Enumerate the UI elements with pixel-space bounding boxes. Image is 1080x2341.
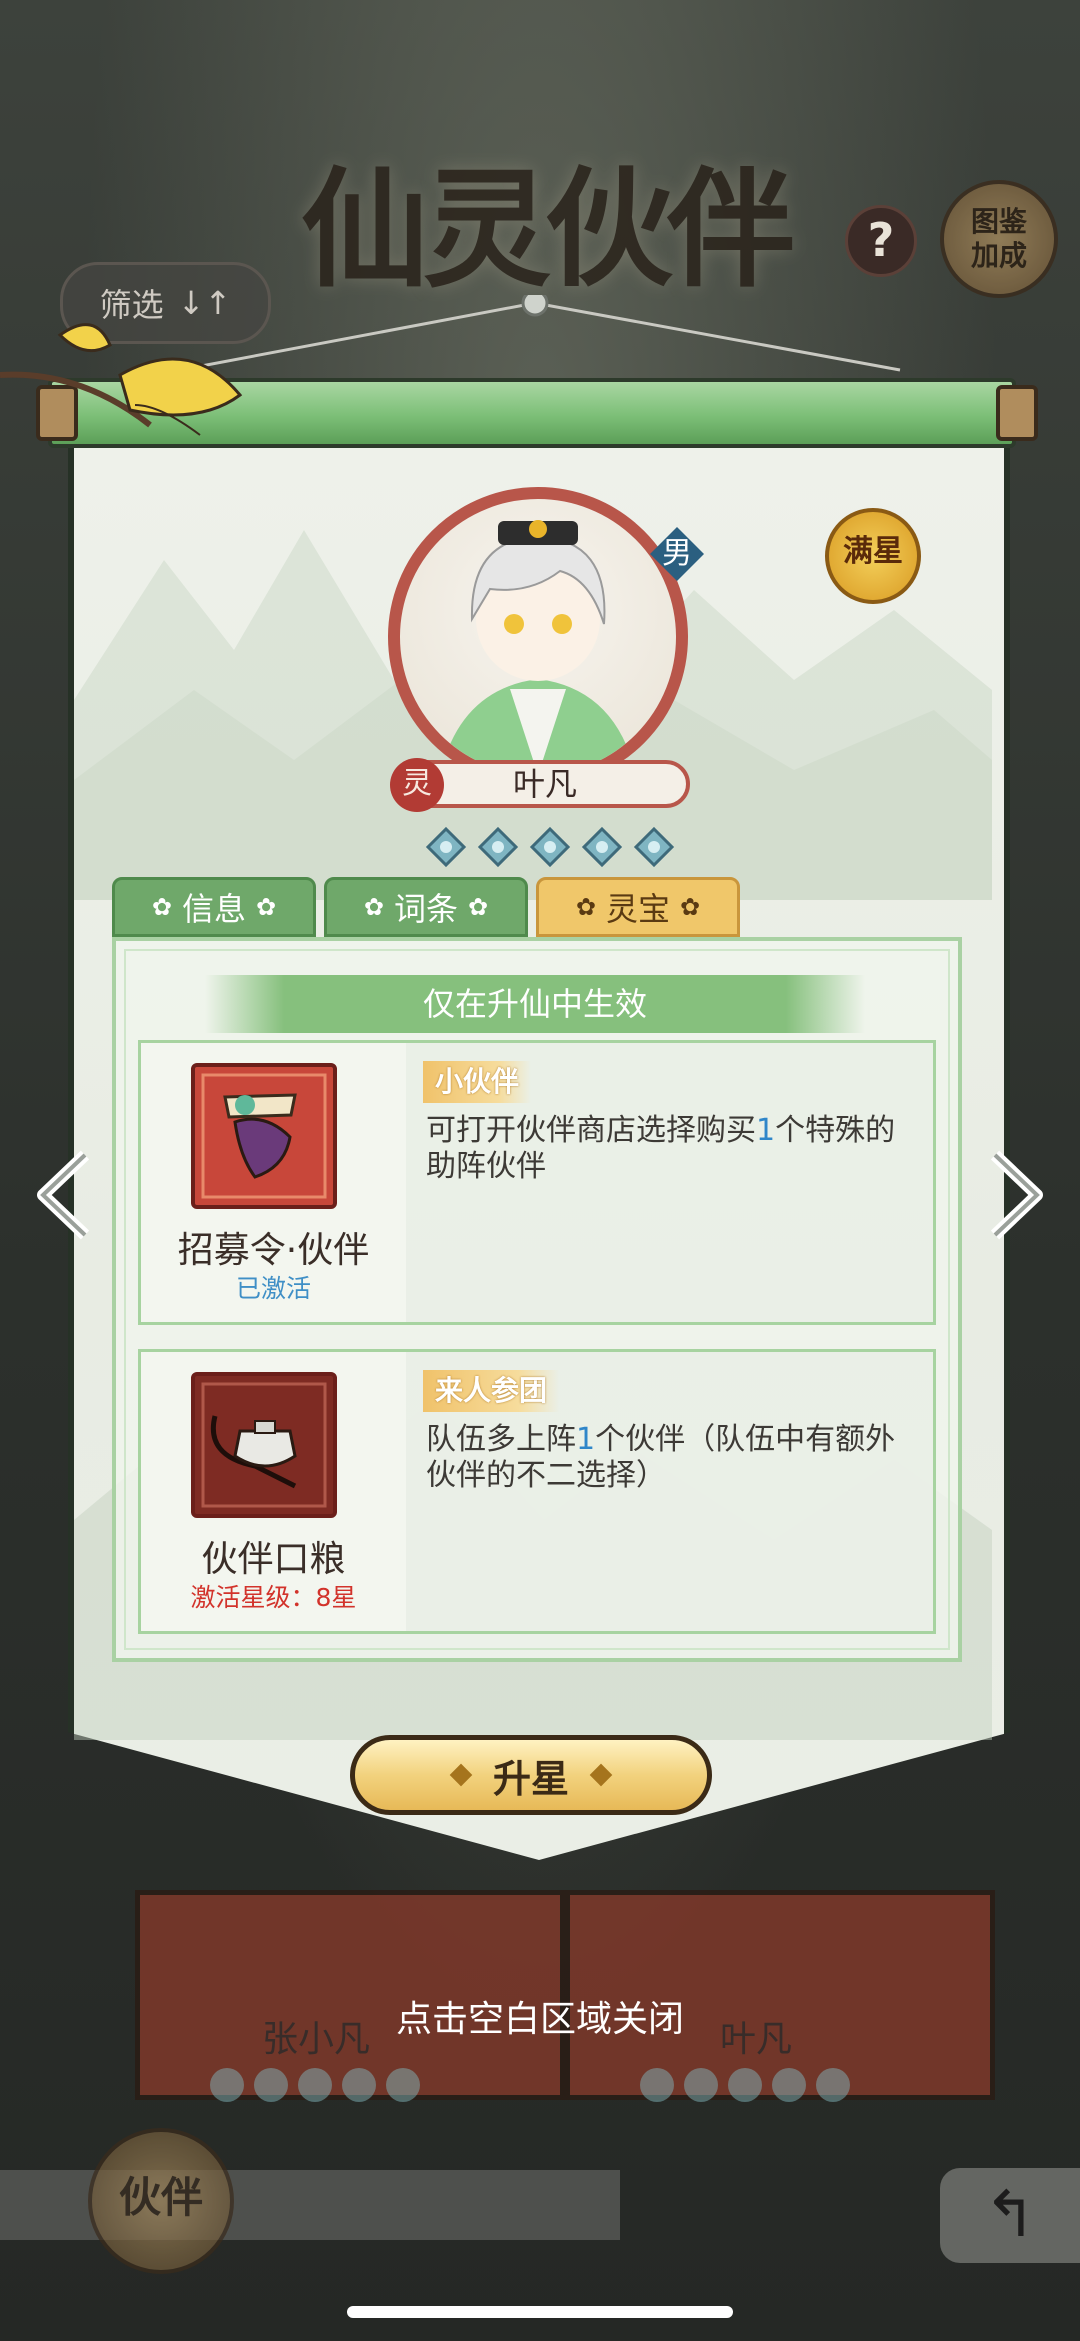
tab-label: 灵宝 bbox=[605, 890, 670, 928]
star-gem-icon bbox=[477, 826, 519, 868]
star-gem-icon bbox=[529, 826, 571, 868]
atlas-bonus-button[interactable]: 图鉴 加成 bbox=[940, 180, 1058, 298]
star-gem-icon bbox=[425, 826, 467, 868]
tab-treasure[interactable]: ✿ 灵宝 ✿ bbox=[536, 877, 740, 937]
diamond-ornament-icon bbox=[589, 1763, 613, 1787]
help-icon[interactable]: ? bbox=[845, 205, 917, 277]
tap-blank-to-close-hint[interactable]: 点击空白区域关闭 bbox=[0, 1990, 1080, 2042]
previous-partner-arrow-icon[interactable] bbox=[35, 1150, 95, 1240]
flower-icon: ✿ bbox=[468, 893, 489, 921]
diamond-ornament-icon bbox=[449, 1763, 473, 1787]
tab-label: 词条 bbox=[393, 890, 458, 928]
treasure-card[interactable]: 招募令·伙伴 已激活 小伙伴 可打开伙伴商店选择购买1个特殊的助阵伙伴 bbox=[138, 1040, 936, 1325]
treasure-tag: 小伙伴 bbox=[423, 1061, 532, 1103]
treasure-description: 可打开伙伴商店选择购买1个特殊的助阵伙伴 bbox=[426, 1113, 896, 1184]
scroll-rod-cap-right bbox=[996, 385, 1038, 441]
character-portrait bbox=[388, 487, 688, 787]
tab-entries[interactable]: ✿ 词条 ✿ bbox=[324, 877, 528, 937]
treasure-card[interactable]: 伙伴口粮 激活星级：8星 来人参团 队伍多上阵1个伙伴（队伍中有额外伙伴的不二选… bbox=[138, 1349, 936, 1634]
flower-icon: ✿ bbox=[680, 893, 701, 921]
star-gem-icon bbox=[633, 826, 675, 868]
treasure-description: 队伍多上阵1个伙伴（队伍中有额外伙伴的不二选择） bbox=[426, 1422, 896, 1493]
background-star-gems bbox=[640, 2068, 850, 2102]
back-arrow-icon[interactable]: ↰ bbox=[940, 2168, 1080, 2263]
tab-label: 信息 bbox=[181, 890, 246, 928]
character-avatar-illustration bbox=[440, 520, 636, 775]
treasure-status: 已激活 bbox=[235, 1274, 311, 1303]
star-rating bbox=[425, 826, 675, 868]
spirit-type-seal: 灵 bbox=[390, 758, 444, 812]
partner-ration-icon bbox=[191, 1372, 337, 1518]
detail-tabs: ✿ 信息 ✿ ✿ 词条 ✿ ✿ 灵宝 ✿ bbox=[112, 877, 740, 937]
tab-info[interactable]: ✿ 信息 ✿ bbox=[112, 877, 316, 937]
background-star-gems bbox=[210, 2068, 420, 2102]
treasure-name: 伙伴口粮 bbox=[201, 1539, 346, 1580]
flower-icon: ✿ bbox=[256, 893, 277, 921]
full-star-badge: 满星 bbox=[825, 508, 921, 604]
partner-badge: 伙伴 bbox=[88, 2128, 234, 2274]
home-indicator[interactable] bbox=[347, 2306, 733, 2318]
page-title: 仙灵伙伴 bbox=[300, 155, 795, 305]
ginkgo-leaf-decoration bbox=[0, 323, 243, 436]
flower-icon: ✿ bbox=[363, 893, 384, 921]
recruit-token-icon bbox=[191, 1063, 337, 1209]
treasure-name: 招募令·伙伴 bbox=[177, 1230, 370, 1271]
effect-scope-banner: 仅在升仙中生效 bbox=[205, 975, 865, 1033]
flower-icon: ✿ bbox=[575, 893, 596, 921]
star-gem-icon bbox=[581, 826, 623, 868]
flower-icon: ✿ bbox=[151, 893, 172, 921]
upgrade-star-label: 升星 bbox=[492, 1756, 569, 1801]
next-partner-arrow-icon[interactable] bbox=[985, 1150, 1045, 1240]
treasure-tag: 来人参团 bbox=[423, 1370, 560, 1412]
upgrade-star-button[interactable]: 升星 bbox=[350, 1735, 712, 1815]
treasure-status: 激活星级：8星 bbox=[190, 1583, 357, 1612]
